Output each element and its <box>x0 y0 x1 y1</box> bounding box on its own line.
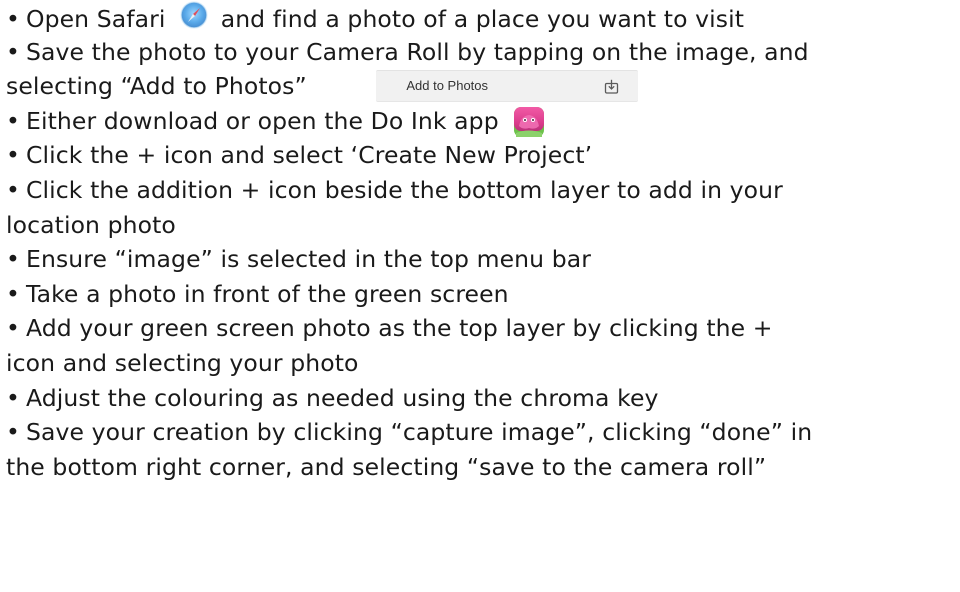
step-1-text-before: Open Safari <box>26 5 166 33</box>
share-icon <box>605 79 619 94</box>
step-8-text-line-2: icon and selecting your photo <box>6 348 359 377</box>
step-7-text: Take a photo in front of the green scree… <box>26 279 509 308</box>
step-2-text-line-2: selecting “Add to Photos” <box>6 72 307 101</box>
step-3-text: Either download or open the Do Ink app <box>26 106 499 135</box>
step-10-continued: the bottom right corner, and selecting “… <box>6 450 956 485</box>
step-10-text-line-1: Save your creation by clicking “capture … <box>26 418 813 447</box>
step-2: • Save the photo to your Camera Roll by t… <box>6 35 956 70</box>
step-6-text: Ensure “image” is selected in the top me… <box>26 245 591 274</box>
step-6: • Ensure “image” is selected in the top m… <box>6 242 956 277</box>
bullet: • <box>6 141 20 170</box>
step-1-text-after: and find a photo of a place you want to … <box>220 5 745 33</box>
step-2-text-line-1: Save the photo to your Camera Roll by ta… <box>26 37 809 66</box>
step-8-continued: icon and selecting your photo <box>6 346 956 381</box>
step-5-continued: location photo <box>6 208 956 243</box>
step-9: • Adjust the colouring as needed using th… <box>6 381 956 416</box>
step-10: • Save your creation by clicking “capture… <box>6 415 956 450</box>
bullet: • <box>6 383 20 412</box>
bullet: • <box>6 314 20 343</box>
step-5-text-line-2: location photo <box>6 210 176 239</box>
do-ink-app-icon <box>513 106 545 138</box>
step-8-text-line-1: Add your green screen photo as the top l… <box>26 314 773 343</box>
bullet: • <box>6 279 20 308</box>
step-5-text-line-1: Click the addition + icon beside the bot… <box>26 175 783 204</box>
bullet: • <box>6 106 20 135</box>
safari-icon <box>179 0 209 30</box>
step-4: • Click the + icon and select ‘Create New… <box>6 138 956 173</box>
step-7: • Take a photo in front of the green scre… <box>6 277 956 312</box>
step-10-text-line-2: the bottom right corner, and selecting “… <box>6 452 767 481</box>
bullet: • <box>6 37 20 66</box>
add-to-photos-menu-item: Add to Photos <box>376 70 639 103</box>
step-1: • Open Safari and find a photo of a place… <box>6 0 956 35</box>
instructions-document: • Open Safari and find a photo of a place… <box>6 0 956 484</box>
bullet: • <box>6 5 20 33</box>
bullet: • <box>6 175 20 204</box>
step-2-continued: selecting “Add to Photos” Add to Photos <box>6 69 956 104</box>
add-to-photos-label: Add to Photos <box>406 78 489 94</box>
step-9-text: Adjust the colouring as needed using the… <box>26 383 659 412</box>
bullet: • <box>6 245 20 274</box>
step-3: • Either download or open the Do Ink app <box>6 104 956 139</box>
bullet: • <box>6 418 20 447</box>
step-5: • Click the addition + icon beside the bo… <box>6 173 956 208</box>
step-8: • Add your green screen photo as the top … <box>6 311 956 346</box>
step-4-text: Click the + icon and select ‘Create New … <box>26 141 593 170</box>
